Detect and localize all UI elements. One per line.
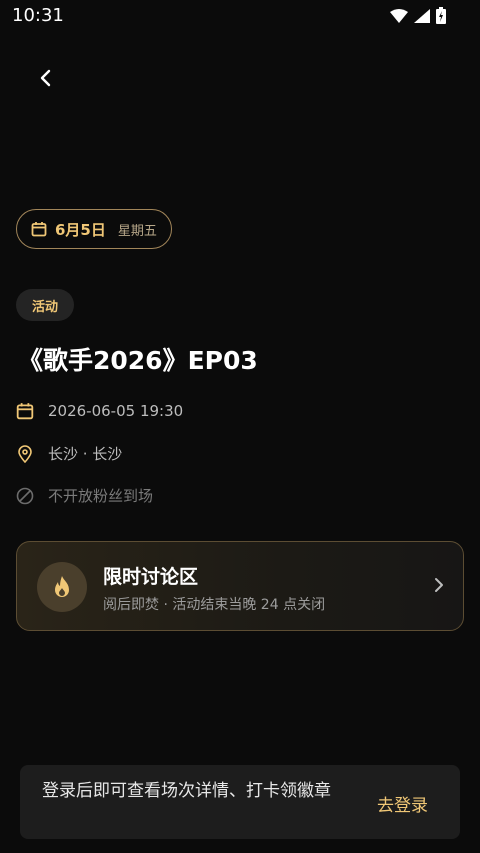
event-title: 《歌手2026》EP03 [18,346,258,375]
discussion-subtitle: 阅后即焚 · 活动结束当晚 24 点关闭 [103,597,326,613]
calendar-icon [16,403,34,420]
login-prompt-bar: 登录后即可查看场次详情、打卡领徽章 去登录 [20,765,460,839]
chevron-right-icon [435,578,443,592]
back-button[interactable] [32,64,60,92]
prohibited-icon [16,487,34,504]
date-pill: 6月5日 星期五 [16,209,172,249]
discussion-card[interactable]: 限时讨论区 阅后即焚 · 活动结束当晚 24 点关闭 [16,541,464,631]
datetime-row: 2026-06-05 19:30 [16,402,183,420]
status-time: 10:31 [12,5,64,26]
event-weekday: 星期五 [117,223,157,239]
wifi-icon [390,8,408,23]
discussion-title: 限时讨论区 [103,566,199,588]
fan-policy-row: 不开放粉丝到场 [16,485,153,506]
login-prompt-text: 登录后即可查看场次详情、打卡领徽章 [42,781,331,801]
category-tag: 活动 [16,289,74,321]
fan-policy: 不开放粉丝到场 [48,487,154,505]
fire-icon-badge [37,562,87,612]
location-pin-icon [18,444,32,463]
event-location: 长沙 · 长沙 [48,445,123,463]
status-icons [390,7,446,24]
location-row: 长沙 · 长沙 [16,443,122,464]
fire-icon [55,576,69,597]
chevron-left-icon [40,69,51,87]
calendar-icon [31,222,47,237]
event-datetime: 2026-06-05 19:30 [48,402,184,420]
login-button[interactable]: 去登录 [377,791,428,816]
event-date: 6月5日 [55,220,106,239]
signal-icon [414,8,430,23]
battery-charging-icon [436,7,446,24]
